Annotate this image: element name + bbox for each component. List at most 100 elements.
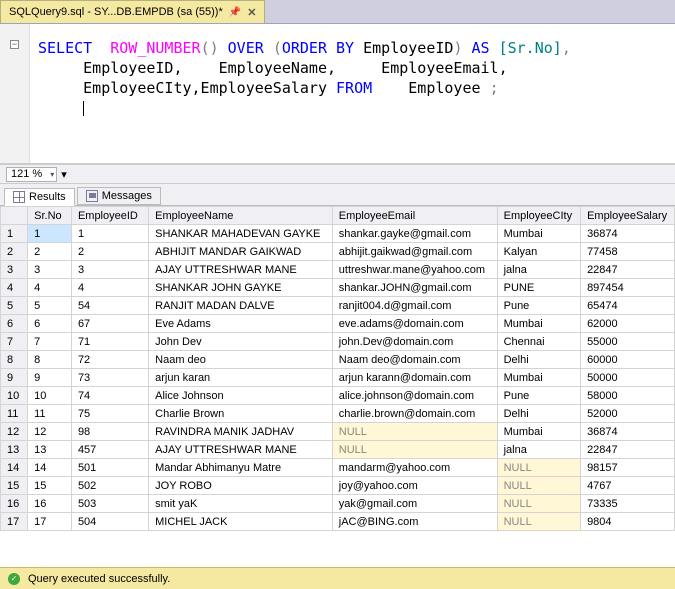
table-row[interactable]: 1717504MICHEL JACKjAC@BING.comNULL9804 xyxy=(1,513,675,531)
cell-name[interactable]: Eve Adams xyxy=(149,315,333,333)
cell-srno[interactable]: 2 xyxy=(28,243,72,261)
cell-city[interactable]: Kalyan xyxy=(497,243,580,261)
cell-name[interactable]: RANJIT MADAN DALVE xyxy=(149,297,333,315)
table-row[interactable]: 1515502JOY ROBOjoy@yahoo.comNULL4767 xyxy=(1,477,675,495)
cell-empid[interactable]: 4 xyxy=(71,279,148,297)
table-row[interactable]: 1313457AJAY UTTRESHWAR MANENULLjalna2284… xyxy=(1,441,675,459)
row-number[interactable]: 10 xyxy=(1,387,28,405)
cell-empid[interactable]: 72 xyxy=(71,351,148,369)
cell-name[interactable]: John Dev xyxy=(149,333,333,351)
cell-salary[interactable]: 62000 xyxy=(581,315,675,333)
cell-srno[interactable]: 5 xyxy=(28,297,72,315)
cell-empid[interactable]: 2 xyxy=(71,243,148,261)
cell-empid[interactable]: 501 xyxy=(71,459,148,477)
table-row[interactable]: 111175Charlie Browncharlie.brown@domain.… xyxy=(1,405,675,423)
table-row[interactable]: 222ABHIJIT MANDAR GAIKWADabhijit.gaikwad… xyxy=(1,243,675,261)
row-number[interactable]: 16 xyxy=(1,495,28,513)
cell-city[interactable]: NULL xyxy=(497,477,580,495)
table-row[interactable]: 121298RAVINDRA MANIK JADHAVNULLMumbai368… xyxy=(1,423,675,441)
cell-name[interactable]: smit yaK xyxy=(149,495,333,513)
cell-city[interactable]: Pune xyxy=(497,297,580,315)
cell-srno[interactable]: 12 xyxy=(28,423,72,441)
row-number[interactable]: 5 xyxy=(1,297,28,315)
table-row[interactable]: 6667Eve Adamseve.adams@domain.comMumbai6… xyxy=(1,315,675,333)
cell-city[interactable]: Mumbai xyxy=(497,315,580,333)
table-row[interactable]: 101074Alice Johnsonalice.johnson@domain.… xyxy=(1,387,675,405)
table-row[interactable]: 7771John Devjohn.Dev@domain.comChennai55… xyxy=(1,333,675,351)
cell-city[interactable]: Mumbai xyxy=(497,423,580,441)
cell-salary[interactable]: 36874 xyxy=(581,225,675,243)
cell-email[interactable]: Naam deo@domain.com xyxy=(332,351,497,369)
cell-name[interactable]: Naam deo xyxy=(149,351,333,369)
cell-salary[interactable]: 52000 xyxy=(581,405,675,423)
cell-city[interactable]: jalna xyxy=(497,441,580,459)
cell-salary[interactable]: 50000 xyxy=(581,369,675,387)
cell-srno[interactable]: 10 xyxy=(28,387,72,405)
table-row[interactable]: 1616503smit yaKyak@gmail.comNULL73335 xyxy=(1,495,675,513)
cell-salary[interactable]: 4767 xyxy=(581,477,675,495)
row-number[interactable]: 7 xyxy=(1,333,28,351)
cell-city[interactable]: PUNE xyxy=(497,279,580,297)
table-row[interactable]: 1414501Mandar Abhimanyu Matremandarm@yah… xyxy=(1,459,675,477)
cell-salary[interactable]: 58000 xyxy=(581,387,675,405)
cell-city[interactable]: NULL xyxy=(497,459,580,477)
table-row[interactable]: 444SHANKAR JOHN GAYKEshankar.JOHN@gmail.… xyxy=(1,279,675,297)
cell-srno[interactable]: 6 xyxy=(28,315,72,333)
cell-empid[interactable]: 71 xyxy=(71,333,148,351)
cell-name[interactable]: AJAY UTTRESHWAR MANE xyxy=(149,261,333,279)
cell-srno[interactable]: 3 xyxy=(28,261,72,279)
col-email[interactable]: EmployeeEmail xyxy=(332,207,497,225)
cell-empid[interactable]: 457 xyxy=(71,441,148,459)
zoom-combo[interactable]: 121 % xyxy=(6,167,57,182)
results-grid[interactable]: Sr.No EmployeeID EmployeeName EmployeeEm… xyxy=(0,206,675,531)
table-row[interactable]: 9973arjun karanarjun karann@domain.comMu… xyxy=(1,369,675,387)
cell-srno[interactable]: 16 xyxy=(28,495,72,513)
cell-empid[interactable]: 73 xyxy=(71,369,148,387)
cell-name[interactable]: AJAY UTTRESHWAR MANE xyxy=(149,441,333,459)
fold-minus-icon[interactable]: − xyxy=(10,40,19,49)
cell-email[interactable]: ranjit004.d@gmail.com xyxy=(332,297,497,315)
cell-salary[interactable]: 55000 xyxy=(581,333,675,351)
row-number[interactable]: 11 xyxy=(1,405,28,423)
cell-name[interactable]: Mandar Abhimanyu Matre xyxy=(149,459,333,477)
cell-email[interactable]: shankar.gayke@gmail.com xyxy=(332,225,497,243)
cell-name[interactable]: SHANKAR JOHN GAYKE xyxy=(149,279,333,297)
cell-name[interactable]: Alice Johnson xyxy=(149,387,333,405)
cell-empid[interactable]: 74 xyxy=(71,387,148,405)
col-srno[interactable]: Sr.No xyxy=(28,207,72,225)
cell-name[interactable]: Charlie Brown xyxy=(149,405,333,423)
cell-email[interactable]: uttreshwar.mane@yahoo.com xyxy=(332,261,497,279)
cell-name[interactable]: MICHEL JACK xyxy=(149,513,333,531)
cell-city[interactable]: Delhi xyxy=(497,405,580,423)
cell-name[interactable]: RAVINDRA MANIK JADHAV xyxy=(149,423,333,441)
row-number[interactable]: 3 xyxy=(1,261,28,279)
table-row[interactable]: 111SHANKAR MAHADEVAN GAYKEshankar.gayke@… xyxy=(1,225,675,243)
cell-srno[interactable]: 17 xyxy=(28,513,72,531)
row-number[interactable]: 17 xyxy=(1,513,28,531)
cell-email[interactable]: NULL xyxy=(332,423,497,441)
cell-salary[interactable]: 22847 xyxy=(581,441,675,459)
cell-email[interactable]: eve.adams@domain.com xyxy=(332,315,497,333)
cell-city[interactable]: Mumbai xyxy=(497,369,580,387)
row-number[interactable]: 8 xyxy=(1,351,28,369)
table-row[interactable]: 5554RANJIT MADAN DALVEranjit004.d@gmail.… xyxy=(1,297,675,315)
cell-salary[interactable]: 897454 xyxy=(581,279,675,297)
row-number[interactable]: 14 xyxy=(1,459,28,477)
cell-salary[interactable]: 73335 xyxy=(581,495,675,513)
cell-city[interactable]: NULL xyxy=(497,495,580,513)
pin-icon[interactable]: 📌 xyxy=(229,7,241,18)
cell-salary[interactable]: 22847 xyxy=(581,261,675,279)
cell-srno[interactable]: 1 xyxy=(28,225,72,243)
code-area[interactable]: SELECT ROW_NUMBER() OVER (ORDER BY Emplo… xyxy=(30,24,579,163)
row-number[interactable]: 15 xyxy=(1,477,28,495)
row-number[interactable]: 12 xyxy=(1,423,28,441)
row-number[interactable]: 1 xyxy=(1,225,28,243)
cell-empid[interactable]: 67 xyxy=(71,315,148,333)
table-row[interactable]: 333AJAY UTTRESHWAR MANEuttreshwar.mane@y… xyxy=(1,261,675,279)
cell-city[interactable]: jalna xyxy=(497,261,580,279)
cell-srno[interactable]: 8 xyxy=(28,351,72,369)
cell-empid[interactable]: 98 xyxy=(71,423,148,441)
cell-salary[interactable]: 9804 xyxy=(581,513,675,531)
cell-email[interactable]: abhijit.gaikwad@gmail.com xyxy=(332,243,497,261)
document-tab[interactable]: SQLQuery9.sql - SY...DB.EMPDB (sa (55))*… xyxy=(0,0,265,23)
